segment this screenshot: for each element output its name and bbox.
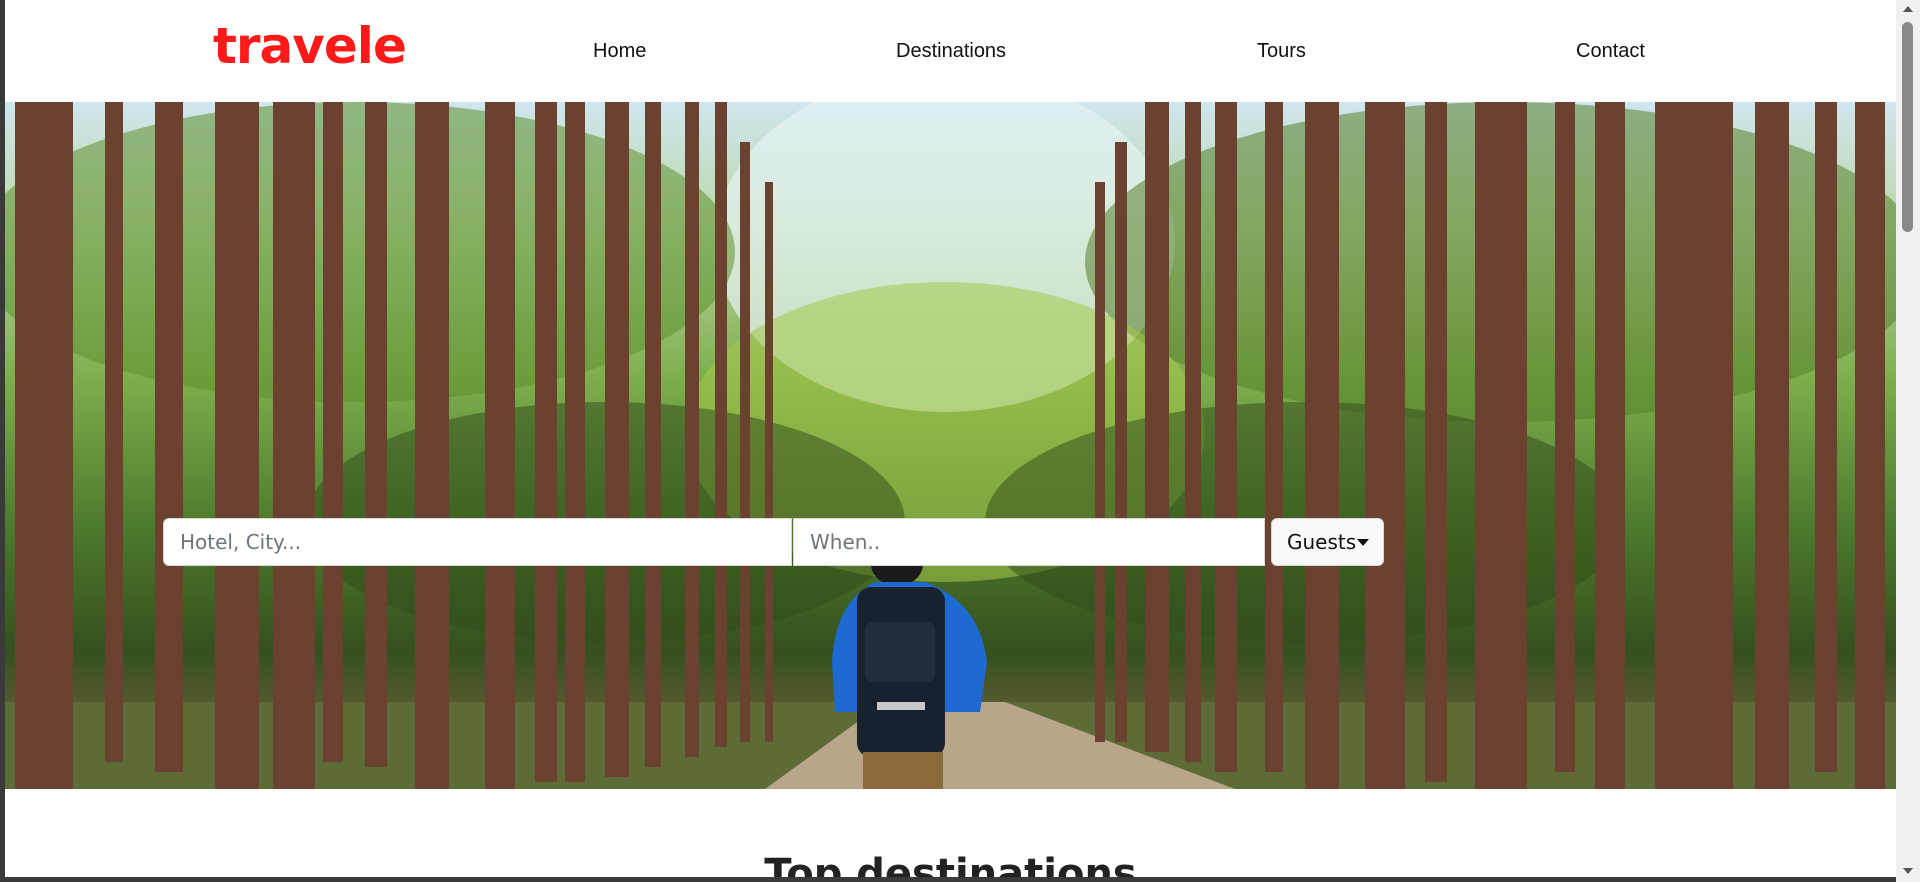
nav-link-destinations[interactable]: Destinations bbox=[896, 38, 1006, 64]
scrollbar-thumb[interactable] bbox=[1902, 22, 1913, 232]
scroll-up-icon[interactable] bbox=[1903, 6, 1913, 12]
nav-link-home[interactable]: Home bbox=[593, 38, 646, 64]
page-scrollbar[interactable] bbox=[1896, 0, 1920, 882]
site-header: travele Home Destinations Tours Contact bbox=[5, 0, 1896, 102]
section-title: Top destinations bbox=[764, 851, 1137, 877]
page-viewport: travele Home Destinations Tours Contact bbox=[5, 0, 1896, 877]
caret-down-icon bbox=[1357, 539, 1369, 546]
forest-hiker-photo bbox=[5, 102, 1896, 789]
scroll-down-icon[interactable] bbox=[1903, 868, 1913, 874]
nav-link-tours[interactable]: Tours bbox=[1257, 38, 1306, 64]
destination-search-input[interactable]: Hotel, City... bbox=[163, 518, 792, 566]
nav-link-contact[interactable]: Contact bbox=[1576, 38, 1645, 64]
guests-dropdown-button[interactable]: Guests bbox=[1271, 518, 1384, 566]
hero-banner: Hotel, City... When.. Guests bbox=[5, 102, 1896, 789]
guests-label: Guests bbox=[1287, 530, 1357, 554]
brand-logo[interactable]: travele bbox=[213, 16, 407, 76]
date-search-input[interactable]: When.. bbox=[793, 518, 1265, 566]
